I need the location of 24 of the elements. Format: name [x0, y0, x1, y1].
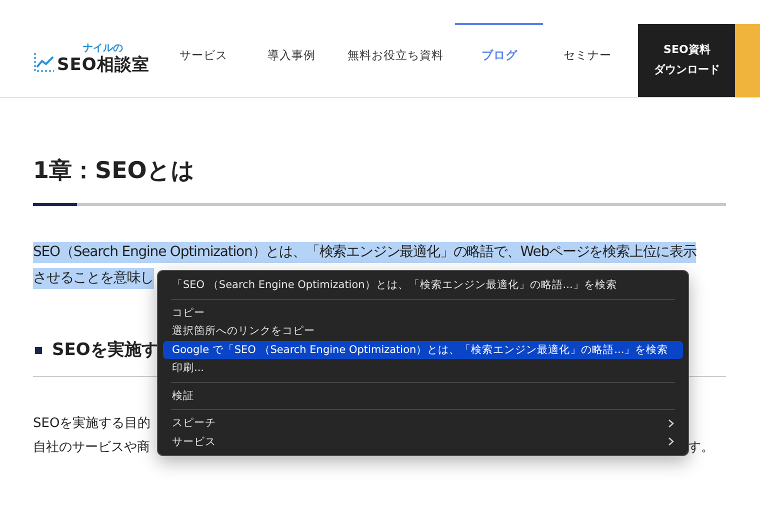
paragraph-line: SEOを実施する目的 — [33, 415, 151, 433]
menu-item[interactable]: スピーチ — [163, 414, 683, 432]
nav-link[interactable]: ブログ — [455, 23, 544, 97]
nav-link[interactable]: 無料お役立ち資料 — [335, 23, 456, 97]
bullet-square-icon — [35, 346, 42, 354]
menu-item[interactable]: コピー — [163, 304, 683, 322]
logo-tagline: ナイルの — [83, 43, 124, 55]
menu-item[interactable]: 検証 — [163, 386, 683, 405]
download-button[interactable]: SEO資料 ダウンロード — [638, 24, 736, 97]
nav-link[interactable]: 導入事例 — [247, 23, 336, 97]
nav-link[interactable]: セミナー — [543, 23, 632, 97]
menu-item[interactable]: 選択箇所へのリンクをコピー — [163, 322, 683, 340]
paragraph-line: 自社のサービスや商 — [33, 439, 150, 457]
menu-item[interactable]: 印刷... — [163, 359, 683, 378]
paragraph-line: す。 — [688, 439, 714, 457]
chart-line-icon — [33, 51, 55, 73]
nav-link[interactable]: サービス — [159, 23, 248, 97]
side-tab[interactable] — [735, 24, 760, 97]
article-title: 1章：SEOとは — [33, 157, 196, 186]
menu-item[interactable]: 「SEO （Search Engine Optimization）とは、「検索エンジン最適化」の略語...」を検索 — [163, 276, 683, 294]
logo-wordmark: SEO相談室 — [57, 55, 150, 75]
menu-item[interactable]: Google で「SEO （Search Engine Optimization）とは、「検索エンジン最適化」の略語...」を検索 — [163, 340, 683, 359]
menu-item[interactable]: サービス — [163, 432, 683, 451]
section-heading: SEOを実施す — [52, 339, 158, 362]
